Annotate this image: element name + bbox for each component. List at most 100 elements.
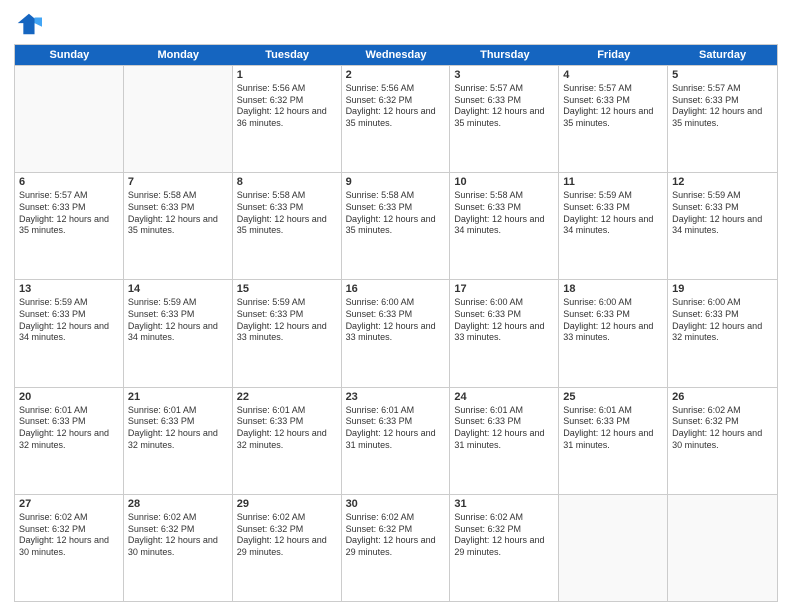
calendar-cell: 7 Sunrise: 5:58 AM Sunset: 6:33 PM Daylig… — [124, 173, 233, 279]
calendar-cell: 21Sunrise: 6:01 AM Sunset: 6:33 PM Dayli… — [124, 388, 233, 494]
cell-info: Sunrise: 6:01 AM Sunset: 6:33 PM Dayligh… — [346, 405, 446, 452]
calendar-cell — [124, 66, 233, 172]
cell-info: Sunrise: 5:59 AM Sunset: 6:33 PM Dayligh… — [563, 190, 663, 237]
calendar-cell: 18 Sunrise: 6:00 AM Sunset: 6:33 PM Dayli… — [559, 280, 668, 386]
calendar-cell: 8 Sunrise: 5:58 AM Sunset: 6:33 PM Daylig… — [233, 173, 342, 279]
cell-info: Sunrise: 5:58 AM Sunset: 6:33 PM Dayligh… — [237, 190, 337, 237]
cell-info: Sunrise: 6:01 AM Sunset: 6:33 PM Dayligh… — [19, 405, 119, 452]
day-number: 25 — [563, 391, 663, 403]
day-number: 19 — [672, 283, 773, 295]
day-number: 8 — [237, 176, 337, 188]
day-header-saturday: Saturday — [668, 45, 777, 65]
calendar-cell: 19 Sunrise: 6:00 AM Sunset: 6:33 PM Dayli… — [668, 280, 777, 386]
day-number: 3 — [454, 69, 554, 81]
calendar-cell: 14 Sunrise: 5:59 AM Sunset: 6:33 PM Dayli… — [124, 280, 233, 386]
cell-info: Sunrise: 5:59 AM Sunset: 6:33 PM Dayligh… — [128, 297, 228, 344]
day-number: 23 — [346, 391, 446, 403]
calendar-cell: 22 Sunrise: 6:01 AM Sunset: 6:33 PM Dayli… — [233, 388, 342, 494]
calendar-cell — [559, 495, 668, 601]
cell-info: Sunrise: 6:00 AM Sunset: 6:33 PM Dayligh… — [672, 297, 773, 344]
cell-info: Sunrise: 6:00 AM Sunset: 6:33 PM Dayligh… — [563, 297, 663, 344]
cell-info: Sunrise: 5:58 AM Sunset: 6:33 PM Dayligh… — [128, 190, 228, 237]
calendar-cell: 24Sunrise: 6:01 AM Sunset: 6:33 PM Dayli… — [450, 388, 559, 494]
day-number: 5 — [672, 69, 773, 81]
cell-info: Sunrise: 5:57 AM Sunset: 6:33 PM Dayligh… — [454, 83, 554, 130]
calendar-week-4: 20 Sunrise: 6:01 AM Sunset: 6:33 PM Dayli… — [15, 387, 777, 494]
calendar-cell: 16Sunrise: 6:00 AM Sunset: 6:33 PM Dayli… — [342, 280, 451, 386]
cell-info: Sunrise: 6:01 AM Sunset: 6:33 PM Dayligh… — [237, 405, 337, 452]
cell-info: Sunrise: 6:01 AM Sunset: 6:33 PM Dayligh… — [454, 405, 554, 452]
calendar-cell: 29Sunrise: 6:02 AM Sunset: 6:32 PM Dayli… — [233, 495, 342, 601]
calendar-cell: 13Sunrise: 5:59 AM Sunset: 6:33 PM Dayli… — [15, 280, 124, 386]
day-number: 17 — [454, 283, 554, 295]
calendar-cell: 9 Sunrise: 5:58 AM Sunset: 6:33 PM Daylig… — [342, 173, 451, 279]
calendar: SundayMondayTuesdayWednesdayThursdayFrid… — [14, 44, 778, 602]
header — [14, 10, 778, 38]
day-header-wednesday: Wednesday — [342, 45, 451, 65]
day-header-sunday: Sunday — [15, 45, 124, 65]
cell-info: Sunrise: 5:57 AM Sunset: 6:33 PM Dayligh… — [563, 83, 663, 130]
day-number: 26 — [672, 391, 773, 403]
cell-info: Sunrise: 5:57 AM Sunset: 6:33 PM Dayligh… — [19, 190, 119, 237]
cell-info: Sunrise: 6:02 AM Sunset: 6:32 PM Dayligh… — [672, 405, 773, 452]
day-number: 31 — [454, 498, 554, 510]
cell-info: Sunrise: 6:00 AM Sunset: 6:33 PM Dayligh… — [454, 297, 554, 344]
day-header-tuesday: Tuesday — [233, 45, 342, 65]
day-number: 30 — [346, 498, 446, 510]
day-number: 20 — [19, 391, 119, 403]
calendar-cell: 20 Sunrise: 6:01 AM Sunset: 6:33 PM Dayli… — [15, 388, 124, 494]
day-number: 15 — [237, 283, 337, 295]
cell-info: Sunrise: 6:02 AM Sunset: 6:32 PM Dayligh… — [454, 512, 554, 559]
cell-info: Sunrise: 5:56 AM Sunset: 6:32 PM Dayligh… — [237, 83, 337, 130]
calendar-cell: 1 Sunrise: 5:56 AM Sunset: 6:32 PM Daylig… — [233, 66, 342, 172]
cell-info: Sunrise: 5:58 AM Sunset: 6:33 PM Dayligh… — [346, 190, 446, 237]
day-number: 18 — [563, 283, 663, 295]
day-number: 27 — [19, 498, 119, 510]
day-number: 11 — [563, 176, 663, 188]
cell-info: Sunrise: 6:01 AM Sunset: 6:33 PM Dayligh… — [128, 405, 228, 452]
calendar-week-5: 27 Sunrise: 6:02 AM Sunset: 6:32 PM Dayli… — [15, 494, 777, 601]
calendar-cell: 31 Sunrise: 6:02 AM Sunset: 6:32 PM Dayli… — [450, 495, 559, 601]
day-header-monday: Monday — [124, 45, 233, 65]
day-number: 14 — [128, 283, 228, 295]
cell-info: Sunrise: 6:02 AM Sunset: 6:32 PM Dayligh… — [128, 512, 228, 559]
calendar-cell: 25 Sunrise: 6:01 AM Sunset: 6:33 PM Dayli… — [559, 388, 668, 494]
calendar-cell: 4 Sunrise: 5:57 AM Sunset: 6:33 PM Daylig… — [559, 66, 668, 172]
calendar-body: 1 Sunrise: 5:56 AM Sunset: 6:32 PM Daylig… — [15, 65, 777, 601]
calendar-cell: 30 Sunrise: 6:02 AM Sunset: 6:32 PM Dayli… — [342, 495, 451, 601]
page: SundayMondayTuesdayWednesdayThursdayFrid… — [0, 0, 792, 612]
day-number: 10 — [454, 176, 554, 188]
day-header-friday: Friday — [559, 45, 668, 65]
calendar-cell: 5Sunrise: 5:57 AM Sunset: 6:33 PM Daylig… — [668, 66, 777, 172]
day-number: 12 — [672, 176, 773, 188]
calendar-cell: 10 Sunrise: 5:58 AM Sunset: 6:33 PM Dayli… — [450, 173, 559, 279]
calendar-cell: 15 Sunrise: 5:59 AM Sunset: 6:33 PM Dayli… — [233, 280, 342, 386]
day-number: 4 — [563, 69, 663, 81]
calendar-cell: 17 Sunrise: 6:00 AM Sunset: 6:33 PM Dayli… — [450, 280, 559, 386]
logo-icon — [14, 10, 42, 38]
calendar-cell — [15, 66, 124, 172]
day-number: 22 — [237, 391, 337, 403]
logo — [14, 10, 46, 38]
cell-info: Sunrise: 5:58 AM Sunset: 6:33 PM Dayligh… — [454, 190, 554, 237]
calendar-cell: 12Sunrise: 5:59 AM Sunset: 6:33 PM Dayli… — [668, 173, 777, 279]
day-number: 7 — [128, 176, 228, 188]
calendar-cell: 23 Sunrise: 6:01 AM Sunset: 6:33 PM Dayli… — [342, 388, 451, 494]
cell-info: Sunrise: 6:00 AM Sunset: 6:33 PM Dayligh… — [346, 297, 446, 344]
day-number: 28 — [128, 498, 228, 510]
day-number: 13 — [19, 283, 119, 295]
calendar-cell: 26 Sunrise: 6:02 AM Sunset: 6:32 PM Dayli… — [668, 388, 777, 494]
calendar-cell: 2Sunrise: 5:56 AM Sunset: 6:32 PM Daylig… — [342, 66, 451, 172]
calendar-cell: 28 Sunrise: 6:02 AM Sunset: 6:32 PM Dayli… — [124, 495, 233, 601]
cell-info: Sunrise: 5:59 AM Sunset: 6:33 PM Dayligh… — [237, 297, 337, 344]
cell-info: Sunrise: 6:02 AM Sunset: 6:32 PM Dayligh… — [19, 512, 119, 559]
day-number: 1 — [237, 69, 337, 81]
calendar-cell: 6Sunrise: 5:57 AM Sunset: 6:33 PM Daylig… — [15, 173, 124, 279]
cell-info: Sunrise: 6:02 AM Sunset: 6:32 PM Dayligh… — [346, 512, 446, 559]
day-number: 29 — [237, 498, 337, 510]
calendar-cell: 27 Sunrise: 6:02 AM Sunset: 6:32 PM Dayli… — [15, 495, 124, 601]
calendar-week-2: 6Sunrise: 5:57 AM Sunset: 6:33 PM Daylig… — [15, 172, 777, 279]
day-number: 9 — [346, 176, 446, 188]
cell-info: Sunrise: 6:01 AM Sunset: 6:33 PM Dayligh… — [563, 405, 663, 452]
calendar-cell: 3 Sunrise: 5:57 AM Sunset: 6:33 PM Daylig… — [450, 66, 559, 172]
